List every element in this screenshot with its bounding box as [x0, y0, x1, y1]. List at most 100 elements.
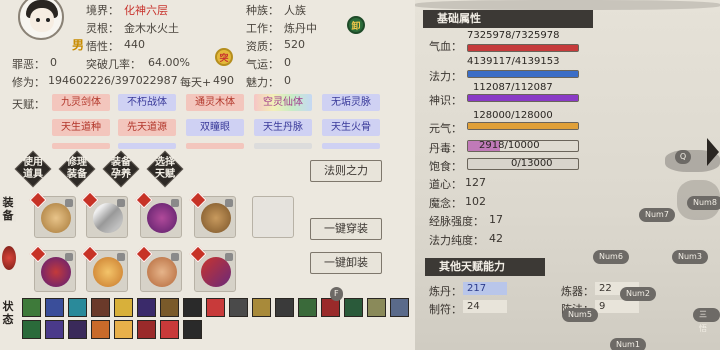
gender-label: 男: [72, 38, 85, 52]
chevron-right-icon[interactable]: [707, 138, 719, 166]
status-side-label[interactable]: 状 态: [0, 300, 16, 326]
realm-label: 境界：: [86, 4, 119, 17]
hotkey-chip-q: Q: [675, 150, 691, 164]
talent-tag[interactable]: 无垢灵脉: [322, 94, 380, 111]
mana-bar: [467, 70, 579, 78]
aura-icon[interactable]: [2, 246, 16, 270]
status-icon[interactable]: [114, 320, 133, 339]
sin-value: 0: [50, 56, 57, 69]
equip-slot[interactable]: [81, 191, 128, 238]
comprehension-value: 440: [124, 38, 145, 51]
refining-label: 炼器：: [561, 285, 594, 298]
daily-gain-value: 490: [213, 74, 234, 87]
equip-slot[interactable]: [189, 191, 236, 238]
vitality-label: 元气：: [429, 122, 462, 135]
spirit-sense-bar: [467, 94, 579, 102]
talent-tag[interactable]: 先天道源: [118, 119, 176, 136]
aptitude-label: 资质：: [246, 40, 279, 53]
character-avatar[interactable]: [18, 0, 64, 40]
hotkey-chip-num1: Num1: [610, 338, 646, 350]
equip-slot[interactable]: [29, 191, 76, 238]
talents-label: 天赋：: [12, 98, 45, 111]
status-icon[interactable]: [344, 298, 363, 317]
daily-gain-label: 每天+: [180, 76, 212, 89]
pill-toxin-value: 2918/10000: [479, 140, 540, 151]
spirit-sense-label: 神识：: [429, 94, 462, 107]
satiety-value: 0/13000: [511, 158, 553, 169]
status-icon[interactable]: [91, 320, 110, 339]
equip-side-label[interactable]: 装 备: [0, 196, 16, 222]
charm-value: 0: [284, 74, 291, 87]
status-icon[interactable]: [206, 298, 225, 317]
aptitude-value: 520: [284, 38, 305, 51]
hp-label: 气血：: [429, 40, 462, 53]
status-icon[interactable]: [252, 298, 271, 317]
status-icon[interactable]: [367, 298, 386, 317]
talent-tag[interactable]: 双瞳眼: [186, 119, 244, 136]
talent-tag[interactable]: 通灵木体: [186, 94, 244, 111]
breakthrough-value: 64.00%: [148, 56, 190, 69]
status-icon[interactable]: [390, 298, 409, 317]
job-value: 炼丹中: [284, 22, 317, 35]
race-label: 种族：: [246, 4, 279, 17]
hotkey-chip-num2: Num2: [620, 287, 656, 301]
status-icon[interactable]: [68, 298, 87, 317]
dao-heart-value: 127: [465, 176, 486, 189]
talent-tag-partial: [52, 143, 110, 149]
equip-slot[interactable]: [189, 245, 236, 292]
attributes-panel: 基础属性 气血： 7325978/7325978 法力： 4139117/413…: [415, 0, 720, 350]
pill-toxin-label: 丹毒：: [429, 142, 462, 155]
status-icon[interactable]: [137, 298, 156, 317]
status-icon[interactable]: [160, 320, 179, 339]
breakthrough-button[interactable]: 突: [215, 48, 233, 66]
talent-tag[interactable]: 天生丹脉: [254, 119, 312, 136]
dao-heart-label: 道心：: [429, 178, 462, 191]
talent-tag[interactable]: 不朽战体: [118, 94, 176, 111]
vitality-value: 128000/128000: [473, 110, 553, 121]
root-value: 金木水火土: [124, 22, 179, 35]
status-icon[interactable]: [22, 298, 41, 317]
status-icon[interactable]: [114, 298, 133, 317]
talent-tag[interactable]: 空灵仙体: [254, 94, 312, 111]
talent-tag[interactable]: 天生道种: [52, 119, 110, 136]
alchemy-value: 217: [463, 282, 507, 295]
hp-bar: [467, 44, 579, 52]
equip-slot[interactable]: [29, 245, 76, 292]
status-icon[interactable]: [68, 320, 87, 339]
talent-tag[interactable]: 天生火骨: [322, 119, 380, 136]
equip-slot[interactable]: [81, 245, 128, 292]
status-icon[interactable]: [91, 298, 110, 317]
equip-slot-empty[interactable]: [252, 196, 294, 238]
talent-tag-partial: [254, 143, 312, 149]
equip-slot[interactable]: [135, 191, 182, 238]
vitality-bar: [467, 122, 579, 130]
talisman-label: 制符：: [429, 303, 462, 316]
equip-slot[interactable]: [135, 245, 182, 292]
luck-label: 气运：: [246, 58, 279, 71]
demon-thought-label: 魔念：: [429, 197, 462, 210]
meridian-label: 经脉强度：: [429, 215, 484, 228]
status-icon[interactable]: [45, 298, 64, 317]
comprehension-label: 悟性：: [86, 40, 119, 53]
game-screen: 男 境界： 化神六层 灵根： 金木水火土 悟性： 440 种族： 人族 工作： …: [0, 0, 720, 350]
basic-attributes-title: 基础属性: [423, 10, 593, 28]
unequip-all-button[interactable]: 一键卸装: [310, 252, 382, 274]
hotkey-chip-num7: Num7: [639, 208, 675, 222]
talent-tag[interactable]: 九灵剑体: [52, 94, 110, 111]
unload-badge[interactable]: 卸: [347, 16, 365, 34]
status-icon[interactable]: [160, 298, 179, 317]
status-icon[interactable]: [45, 320, 64, 339]
status-icon[interactable]: [275, 298, 294, 317]
talisman-value: 24: [463, 300, 507, 313]
law-power-button[interactable]: 法则之力: [310, 160, 382, 182]
status-icon[interactable]: [298, 298, 317, 317]
status-icon[interactable]: [137, 320, 156, 339]
status-icon[interactable]: [229, 298, 248, 317]
root-label: 灵根：: [86, 22, 119, 35]
talent-tag-partial: [322, 143, 380, 149]
status-icon[interactable]: [22, 320, 41, 339]
status-icon[interactable]: [183, 298, 202, 317]
hotkey-chip-f: F: [330, 287, 343, 301]
status-icon[interactable]: [183, 320, 202, 339]
equip-all-button[interactable]: 一键穿装: [310, 218, 382, 240]
